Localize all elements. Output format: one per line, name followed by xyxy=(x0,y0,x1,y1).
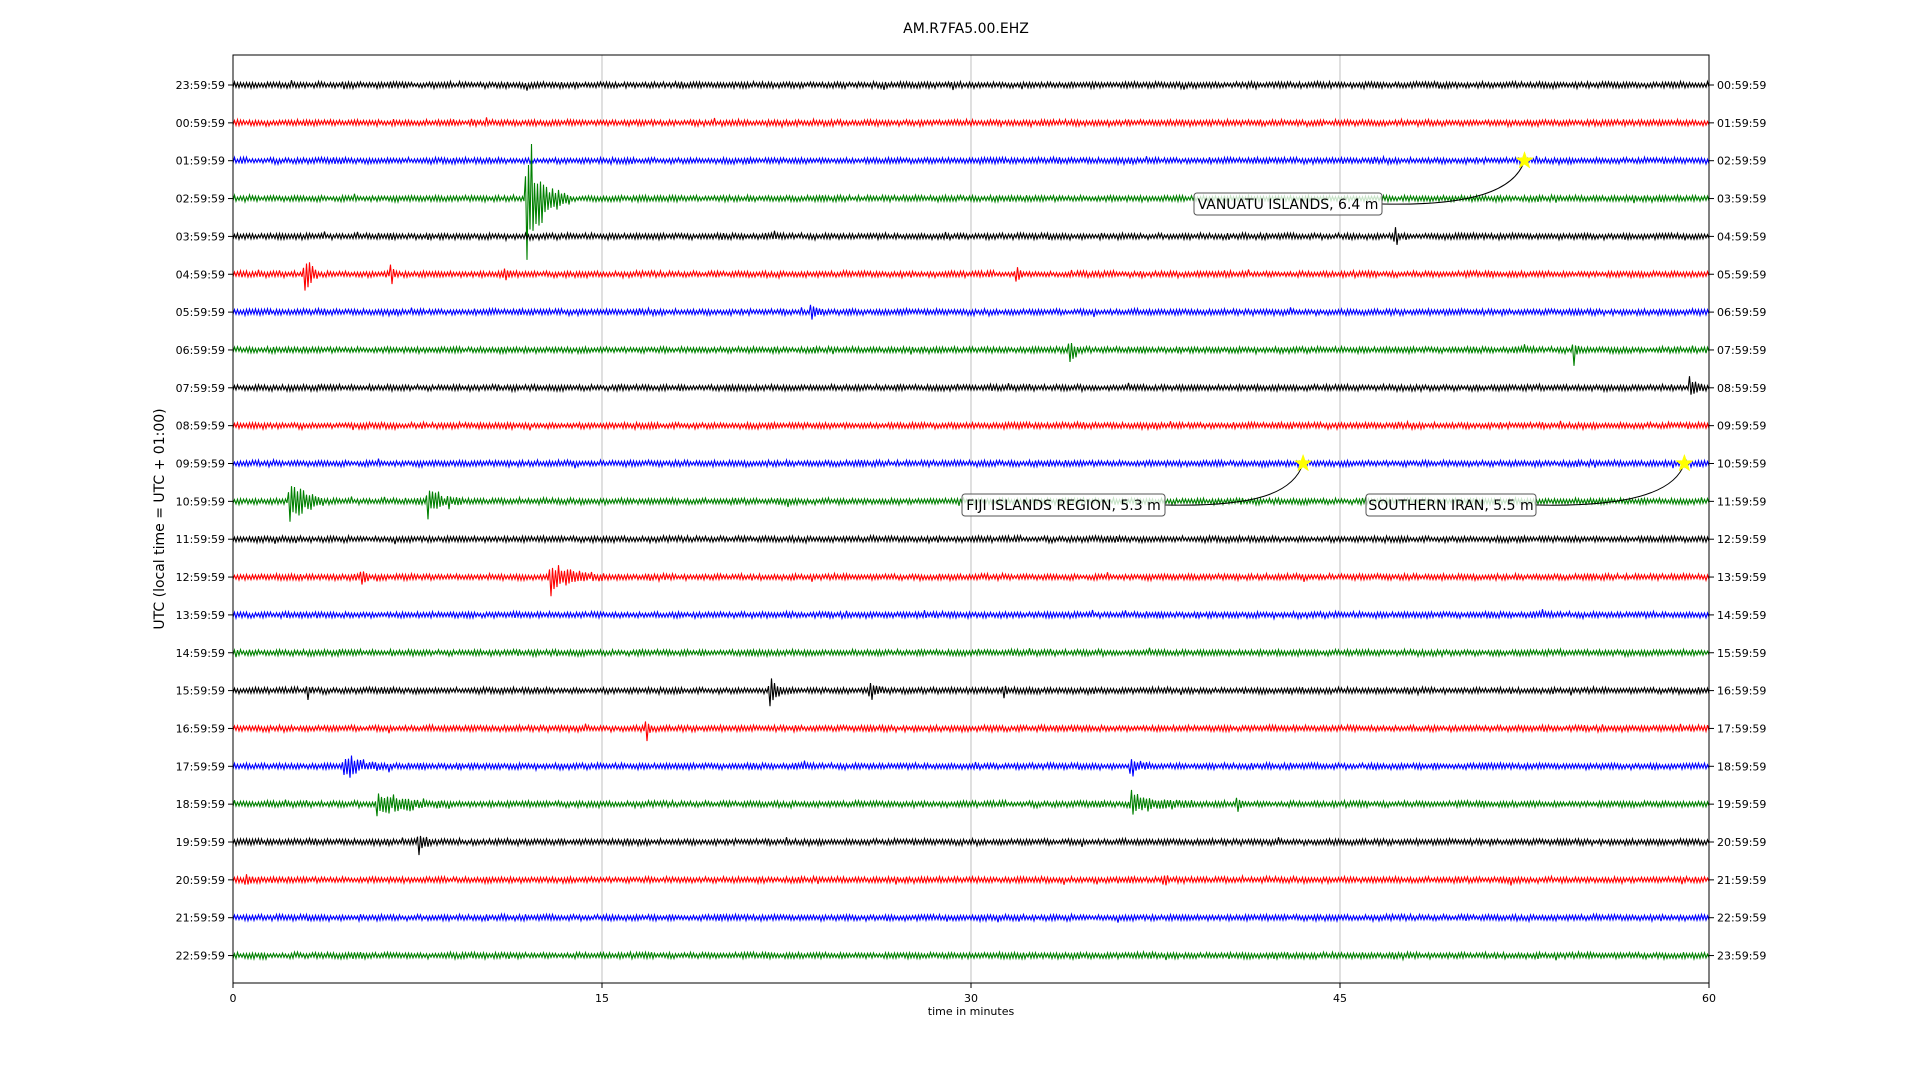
y-tick-label-left: 12:59:59 xyxy=(176,571,225,584)
left-y-axis: 23:59:59 00:59:59 01:59:59 02:59:59 03:59:59… xyxy=(176,79,233,963)
y-tick-label-right: 16:59:59 xyxy=(1717,685,1766,698)
y-tick-label-left: 07:59:59 xyxy=(176,382,225,395)
y-tick-label-right: 09:59:59 xyxy=(1717,420,1766,433)
y-tick-label-left: 16:59:59 xyxy=(176,722,225,735)
y-axis-label: UTC (local time = UTC + 01:00) xyxy=(152,408,168,629)
y-tick-label-left: 04:59:59 xyxy=(176,268,225,281)
y-tick-label-left: 19:59:59 xyxy=(176,836,225,849)
y-tick-label-right: 05:59:59 xyxy=(1717,268,1766,281)
y-tick-label-right: 04:59:59 xyxy=(1717,230,1766,243)
y-tick-label-right: 11:59:59 xyxy=(1717,495,1766,508)
y-tick-label-right: 02:59:59 xyxy=(1717,155,1766,168)
x-tick-label: 15 xyxy=(595,992,609,1005)
y-tick-label-right: 00:59:59 xyxy=(1717,79,1766,92)
y-tick-label-right: 10:59:59 xyxy=(1717,458,1766,471)
y-tick-label-left: 23:59:59 xyxy=(176,79,225,92)
y-tick-label-left: 17:59:59 xyxy=(176,760,225,773)
y-tick-label-left: 15:59:59 xyxy=(176,685,225,698)
y-tick-label-right: 23:59:59 xyxy=(1717,950,1766,963)
event-star-marker xyxy=(1293,453,1313,472)
right-y-axis: 00:59:59 01:59:59 02:59:59 03:59:59 04:59:59… xyxy=(1709,79,1766,963)
y-tick-label-right: 22:59:59 xyxy=(1717,912,1766,925)
y-tick-label-left: 22:59:59 xyxy=(176,950,225,963)
x-axis-label: time in minutes xyxy=(928,1005,1015,1018)
y-tick-label-left: 14:59:59 xyxy=(176,647,225,660)
y-tick-label-left: 01:59:59 xyxy=(176,155,225,168)
y-tick-label-left: 11:59:59 xyxy=(176,533,225,546)
x-tick-label: 60 xyxy=(1702,992,1716,1005)
y-tick-label-right: 21:59:59 xyxy=(1717,874,1766,887)
y-tick-label-left: 06:59:59 xyxy=(176,344,225,357)
y-tick-label-left: 10:59:59 xyxy=(176,495,225,508)
y-tick-label-right: 01:59:59 xyxy=(1717,117,1766,130)
y-tick-label-left: 00:59:59 xyxy=(176,117,225,130)
y-tick-label-right: 18:59:59 xyxy=(1717,760,1766,773)
y-tick-label-left: 20:59:59 xyxy=(176,874,225,887)
chart-title: AM.R7FA5.00.EHZ xyxy=(903,21,1029,37)
y-tick-label-right: 20:59:59 xyxy=(1717,836,1766,849)
y-tick-label-left: 03:59:59 xyxy=(176,230,225,243)
y-tick-label-right: 19:59:59 xyxy=(1717,798,1766,811)
event-star-marker xyxy=(1675,453,1694,472)
y-tick-label-right: 14:59:59 xyxy=(1717,609,1766,622)
y-tick-label-left: 13:59:59 xyxy=(176,609,225,622)
x-tick-label: 30 xyxy=(964,992,978,1005)
x-axis: 0 15 30 45 60 xyxy=(230,983,1716,1005)
y-tick-label-right: 17:59:59 xyxy=(1717,722,1766,735)
event-label: SOUTHERN IRAN, 5.5 m xyxy=(1368,498,1533,514)
y-tick-label-right: 15:59:59 xyxy=(1717,647,1766,660)
event-label: VANUATU ISLANDS, 6.4 m xyxy=(1198,197,1379,213)
y-tick-label-right: 08:59:59 xyxy=(1717,382,1766,395)
y-tick-label-left: 08:59:59 xyxy=(176,420,225,433)
x-tick-label: 0 xyxy=(230,992,237,1005)
y-tick-label-left: 05:59:59 xyxy=(176,306,225,319)
y-tick-label-left: 18:59:59 xyxy=(176,798,225,811)
x-tick-label: 45 xyxy=(1333,992,1347,1005)
y-tick-label-right: 13:59:59 xyxy=(1717,571,1766,584)
event-label: FIJI ISLANDS REGION, 5.3 m xyxy=(966,498,1161,514)
y-tick-label-left: 21:59:59 xyxy=(176,912,225,925)
y-tick-label-right: 12:59:59 xyxy=(1717,533,1766,546)
y-tick-label-right: 03:59:59 xyxy=(1717,193,1766,206)
y-tick-label-left: 02:59:59 xyxy=(176,193,225,206)
seismogram-chart: AM.R7FA5.00.EHZ 23:59:59 00:59:59 01:59:59… xyxy=(152,21,1766,1018)
y-tick-label-right: 06:59:59 xyxy=(1717,306,1766,319)
event-star-marker xyxy=(1515,150,1534,169)
y-tick-label-left: 09:59:59 xyxy=(176,458,225,471)
y-tick-label-right: 07:59:59 xyxy=(1717,344,1766,357)
